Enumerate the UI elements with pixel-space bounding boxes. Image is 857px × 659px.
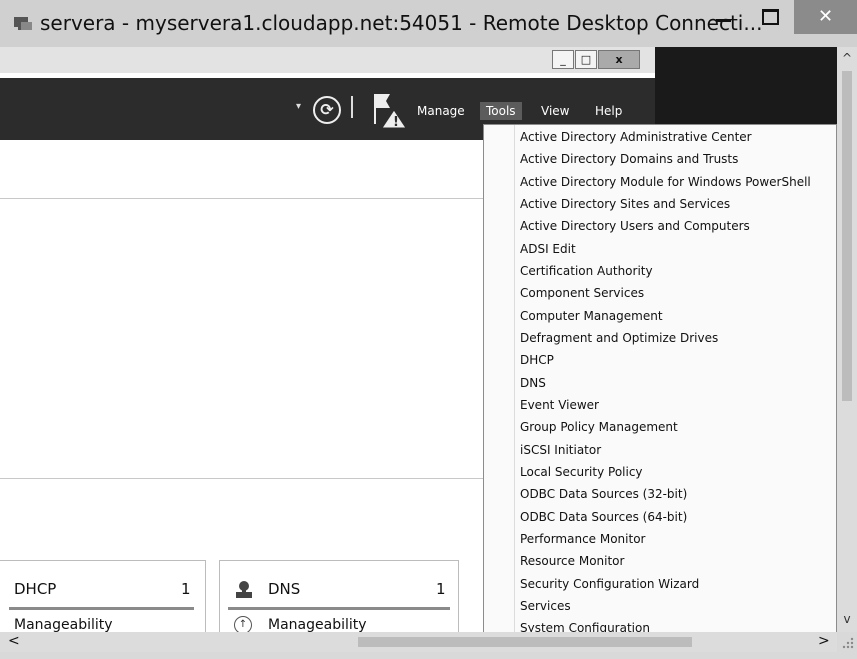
tools-item-system-configuration[interactable]: System Configuration <box>520 617 650 632</box>
vertical-scroll-thumb[interactable] <box>842 71 852 401</box>
close-button[interactable]: ✕ <box>794 0 857 34</box>
tools-item-resource-monitor[interactable]: Resource Monitor <box>520 550 624 572</box>
tools-item-security-config-wizard[interactable]: Security Configuration Wizard <box>520 573 699 595</box>
scroll-down-icon[interactable]: v <box>837 612 857 626</box>
remote-viewport[interactable]: _ □ x ▾ ⟳ ! Manage Tools View Help DHCP … <box>0 47 837 632</box>
dns-role-tile[interactable]: DNS 1 ↑ Manageability <box>219 560 459 632</box>
menu-tools[interactable]: Tools <box>480 102 522 120</box>
scroll-right-icon[interactable]: > <box>818 633 830 649</box>
tools-item-ad-admin-center[interactable]: Active Directory Administrative Center <box>520 126 752 148</box>
tile-divider <box>9 607 194 610</box>
tile-divider <box>228 607 450 610</box>
maximize-button[interactable] <box>746 0 792 34</box>
scroll-left-icon[interactable]: < <box>8 633 20 649</box>
close-icon: ✕ <box>817 6 834 27</box>
tools-item-ad-users-computers[interactable]: Active Directory Users and Computers <box>520 215 750 237</box>
inner-minimize-button[interactable]: _ <box>552 50 574 69</box>
tile-count: 1 <box>181 580 191 598</box>
menu-icon-gutter <box>514 125 515 632</box>
tools-item-odbc-64[interactable]: ODBC Data Sources (64-bit) <box>520 506 687 528</box>
rdp-title-bar[interactable]: servera - myservera1.cloudapp.net:54051 … <box>0 0 857 47</box>
tools-item-group-policy-management[interactable]: Group Policy Management <box>520 416 678 438</box>
tile-title: DHCP <box>14 580 57 598</box>
dns-server-icon <box>236 581 252 598</box>
menu-help[interactable]: Help <box>589 102 628 120</box>
tools-item-dhcp[interactable]: DHCP <box>520 349 554 371</box>
horizontal-scrollbar[interactable]: < > <box>0 632 837 652</box>
window-title: servera - myservera1.cloudapp.net:54051 … <box>40 11 763 35</box>
tools-dropdown-menu: Active Directory Administrative Center A… <box>483 124 837 632</box>
tools-item-ad-sites-services[interactable]: Active Directory Sites and Services <box>520 193 730 215</box>
menubar-divider <box>351 96 353 118</box>
menu-view[interactable]: View <box>535 102 575 120</box>
chevron-down-icon[interactable]: ▾ <box>296 101 301 112</box>
tile-count: 1 <box>436 580 446 598</box>
horizontal-scroll-thumb[interactable] <box>358 637 692 647</box>
resize-grip-icon[interactable] <box>838 633 856 651</box>
inner-maximize-button[interactable]: □ <box>575 50 597 69</box>
tools-item-ad-domains-trusts[interactable]: Active Directory Domains and Trusts <box>520 148 738 170</box>
tools-item-dns[interactable]: DNS <box>520 372 546 394</box>
minimize-button[interactable] <box>700 0 746 34</box>
manageability-up-icon: ↑ <box>234 616 252 632</box>
server-manager-title-bar[interactable]: _ □ x <box>0 47 655 73</box>
tools-item-computer-management[interactable]: Computer Management <box>520 305 663 327</box>
tile-manageability[interactable]: Manageability <box>14 617 113 632</box>
remote-desktop-icon <box>14 17 32 30</box>
tools-item-iscsi-initiator[interactable]: iSCSI Initiator <box>520 439 601 461</box>
scroll-up-icon[interactable]: ^ <box>837 51 857 65</box>
tools-item-component-services[interactable]: Component Services <box>520 282 644 304</box>
dhcp-role-tile[interactable]: DHCP 1 Manageability <box>0 560 206 632</box>
menu-manage[interactable]: Manage <box>411 102 471 120</box>
tools-item-local-security-policy[interactable]: Local Security Policy <box>520 461 643 483</box>
notifications-flag-icon[interactable]: ! <box>372 92 408 130</box>
svg-text:!: ! <box>393 115 399 130</box>
tools-item-certification-authority[interactable]: Certification Authority <box>520 260 653 282</box>
tools-item-services[interactable]: Services <box>520 595 571 617</box>
tools-item-event-viewer[interactable]: Event Viewer <box>520 394 599 416</box>
tools-item-ad-powershell-module[interactable]: Active Directory Module for Windows Powe… <box>520 171 811 193</box>
tile-manageability[interactable]: Manageability <box>268 617 367 632</box>
tools-item-defragment[interactable]: Defragment and Optimize Drives <box>520 327 718 349</box>
content-pane-middle <box>0 200 483 479</box>
content-pane-top <box>0 140 483 199</box>
tools-item-performance-monitor[interactable]: Performance Monitor <box>520 528 645 550</box>
tools-item-odbc-32[interactable]: ODBC Data Sources (32-bit) <box>520 483 687 505</box>
inner-close-button[interactable]: x <box>598 50 640 69</box>
vertical-scrollbar[interactable]: ^ v <box>837 47 857 632</box>
tile-title: DNS <box>268 580 301 598</box>
tools-item-adsi-edit[interactable]: ADSI Edit <box>520 238 576 260</box>
refresh-icon[interactable]: ⟳ <box>313 96 341 124</box>
